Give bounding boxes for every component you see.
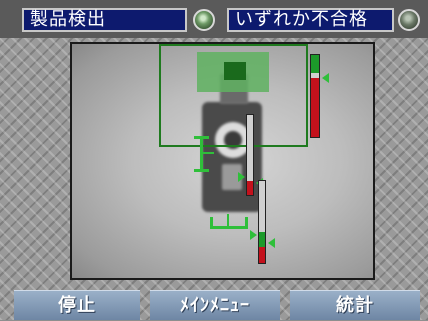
statistics-button[interactable]: 統計: [290, 290, 420, 320]
program-title: 製品検出: [22, 8, 187, 32]
top-bar: 製品検出 いずれか不合格: [0, 0, 428, 38]
meter-3-value-icon: [268, 238, 275, 248]
meter-1-threshold-icon: [322, 73, 329, 83]
meter-2-ng-zone: [247, 180, 253, 195]
stop-button[interactable]: 停止: [14, 290, 140, 320]
status-led-off-icon: [398, 9, 420, 31]
meter-1-ok-zone: [311, 55, 319, 74]
meter-2-threshold-icon: [238, 172, 245, 182]
main-menu-button[interactable]: ﾒｲﾝﾒﾆｭｰ: [150, 290, 280, 320]
judgement-meter-3: [258, 180, 266, 264]
camera-viewport[interactable]: [70, 42, 375, 280]
model-marker: [224, 62, 246, 80]
judgement-meter-2: [246, 114, 254, 196]
meter-3-ng-zone: [259, 246, 265, 263]
meter-3-ok-zone: [259, 231, 265, 247]
status-led-icon: [193, 9, 215, 31]
meter-1-ng-zone: [311, 77, 319, 137]
judgement-status: いずれか不合格: [227, 8, 394, 32]
judgement-meter-1: [310, 54, 320, 138]
meter-3-threshold-icon: [250, 230, 257, 240]
